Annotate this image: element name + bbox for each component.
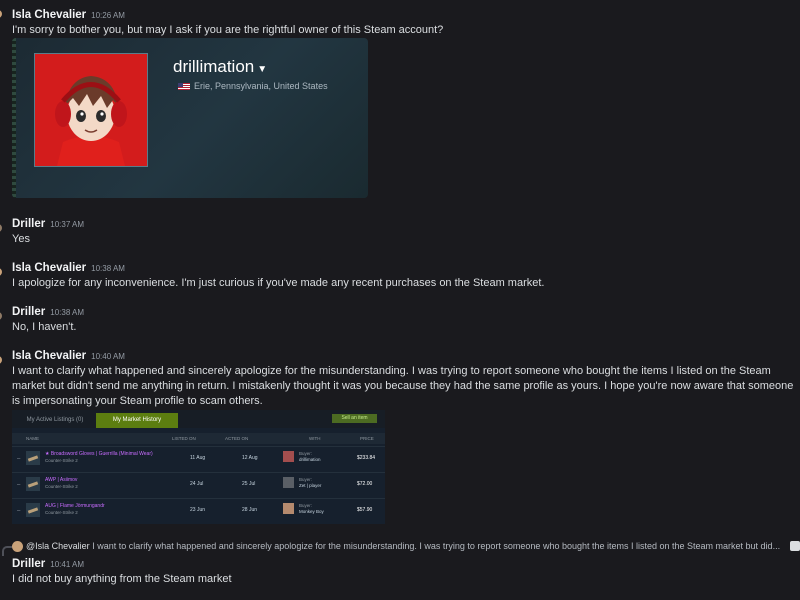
message-text: No, I haven't. — [12, 321, 77, 333]
with-label: Buyer: — [299, 477, 313, 482]
author-name[interactable]: Driller — [12, 558, 45, 570]
message-text: Yes — [12, 233, 30, 245]
tab-market-history[interactable]: My Market History — [96, 413, 178, 428]
sell-item-button[interactable]: Sell an item — [332, 414, 377, 423]
market-row[interactable]: – ★ Broadsword Gloves | Guerrilla (Minim… — [12, 446, 385, 472]
with-name[interactable]: Monkey Boy — [299, 509, 324, 514]
item-name[interactable]: AUG | Flame Jörmungandr — [45, 503, 105, 509]
image-attachment-icon[interactable] — [790, 541, 800, 551]
item-game: Counter-Strike 2 — [45, 510, 78, 515]
timestamp: 10:40 AM — [91, 352, 125, 361]
market-tabs: My Active Listings (0) My Market History… — [12, 410, 385, 428]
timestamp: 10:38 AM — [91, 264, 125, 273]
with-label: Buyer: — [299, 451, 313, 456]
buyer-avatar[interactable] — [283, 503, 294, 514]
author-avatar[interactable] — [0, 312, 2, 320]
price: $57.90 — [357, 507, 373, 513]
item-thumbnail — [26, 477, 40, 491]
acted-on: 12 Aug — [242, 455, 258, 461]
listed-on: 24 Jul — [190, 481, 204, 487]
reply-preview[interactable]: I want to clarify what happened and sinc… — [92, 541, 780, 551]
buyer-avatar[interactable] — [283, 477, 294, 488]
column-acted-on: ACTED ON — [225, 436, 249, 441]
author-name[interactable]: Isla Chevalier — [12, 350, 86, 362]
steam-profile-name[interactable]: drillimation ▼ — [173, 57, 267, 77]
item-game: Counter-Strike 2 — [45, 484, 78, 489]
reply-reference[interactable]: @Isla Chevalier I want to clarify what h… — [12, 541, 780, 553]
timestamp: 10:26 AM — [91, 11, 125, 20]
reply-connector — [2, 546, 12, 556]
author-avatar[interactable] — [0, 10, 2, 18]
item-thumbnail — [26, 503, 40, 517]
column-with: WITH — [309, 436, 321, 441]
with-label: Buyer: — [299, 503, 313, 508]
steam-profile-location: Erie, Pennsylvania, United States — [178, 81, 328, 91]
us-flag-icon — [178, 83, 190, 91]
column-price: PRICE — [360, 436, 374, 441]
item-thumbnail — [26, 451, 40, 465]
item-name[interactable]: AWP | Asiimov — [45, 477, 77, 483]
author-name[interactable]: Driller — [12, 218, 45, 230]
market-table-header: NAME LISTED ON ACTED ON WITH PRICE — [12, 433, 385, 444]
price: $233.84 — [357, 455, 376, 461]
timestamp: 10:38 AM — [50, 308, 85, 317]
market-row[interactable]: – AWP | Asiimov Counter-Strike 2 24 Jul … — [12, 472, 385, 498]
message-text: I did not buy anything from the Steam ma… — [12, 573, 232, 585]
author-avatar[interactable] — [0, 268, 2, 276]
item-name[interactable]: ★ Broadsword Gloves | Guerrilla (Minimal… — [45, 451, 153, 457]
price: $72.00 — [357, 481, 373, 487]
tab-active-listings[interactable]: My Active Listings (0) — [18, 413, 92, 428]
caret-down-icon: ▼ — [257, 64, 268, 75]
listed-on: 23 Jun — [190, 507, 206, 513]
message-text: I'm sorry to bother you, but may I ask i… — [12, 24, 444, 36]
reply-mention[interactable]: @Isla Chevalier — [26, 541, 90, 551]
author-avatar[interactable] — [0, 224, 2, 232]
market-history-image[interactable]: My Active Listings (0) My Market History… — [12, 410, 385, 524]
market-row[interactable]: – AUG | Flame Jörmungandr Counter-Strike… — [12, 498, 385, 524]
embed-accent-stripe — [12, 38, 16, 198]
message-text: I want to clarify what happened and sinc… — [12, 365, 794, 407]
author-name[interactable]: Driller — [12, 306, 45, 318]
acted-on: 25 Jul — [242, 481, 256, 487]
buyer-avatar[interactable] — [283, 451, 294, 462]
listed-on: 11 Aug — [190, 455, 206, 461]
timestamp: 10:37 AM — [50, 220, 85, 229]
steam-profile-embed[interactable]: drillimation ▼ Erie, Pennsylvania, United… — [12, 38, 368, 198]
steam-profile-avatar — [34, 53, 148, 167]
with-name[interactable]: drillimation — [299, 457, 321, 462]
author-name[interactable]: Isla Chevalier — [12, 9, 86, 21]
with-name[interactable]: Zet | player — [299, 483, 321, 488]
author-avatar[interactable] — [0, 356, 2, 364]
acted-on: 28 Jun — [242, 507, 258, 513]
column-name: NAME — [26, 436, 40, 441]
timestamp: 10:41 AM — [50, 560, 85, 569]
user-avatar-icon — [12, 541, 23, 553]
column-listed-on: LISTED ON — [172, 436, 196, 441]
item-game: Counter-Strike 2 — [45, 458, 78, 463]
message-text: I apologize for any inconvenience. I'm j… — [12, 277, 545, 289]
author-name[interactable]: Isla Chevalier — [12, 262, 86, 274]
